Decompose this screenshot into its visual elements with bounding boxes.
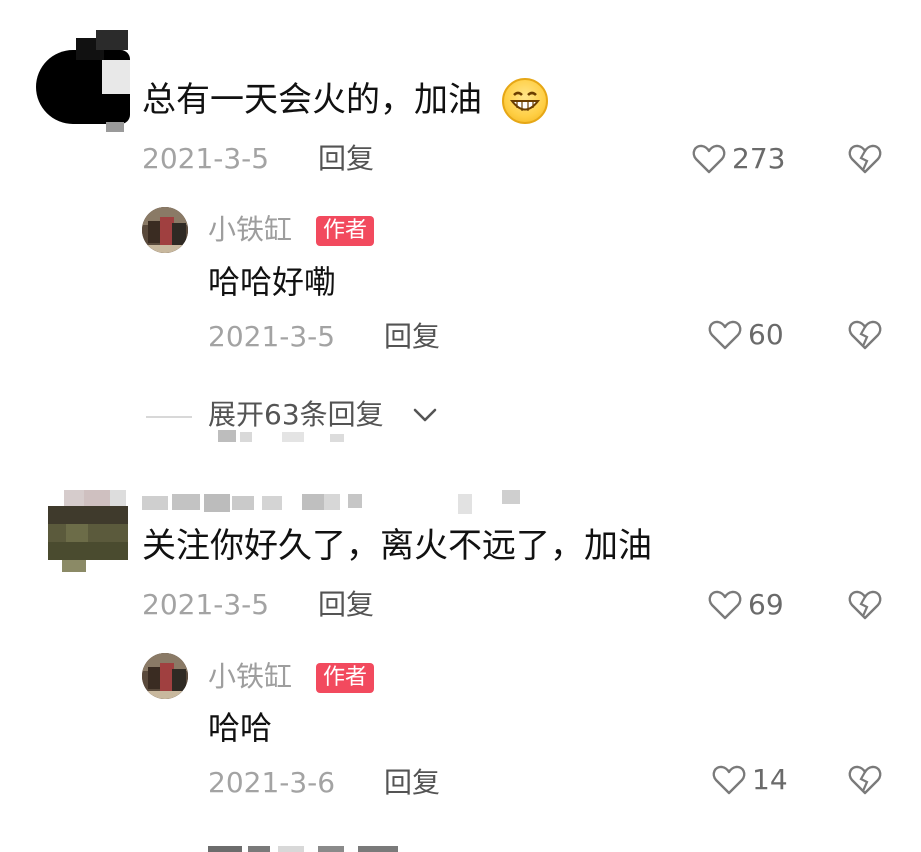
author-avatar[interactable] [142,207,188,253]
comment-date: 2021-3-5 [142,588,270,621]
dislike-button[interactable] [848,764,882,796]
author-name[interactable]: 小铁缸 [208,213,292,247]
grinning-face-icon [502,78,548,124]
like-button[interactable] [708,589,742,621]
reply-button[interactable]: 回复 [318,588,374,622]
reply-date: 2021-3-6 [208,766,336,799]
comment-text: 总有一天会火的，加油 [142,80,482,120]
dislike-button[interactable] [848,143,882,175]
comment-date: 2021-3-5 [142,142,270,175]
like-count: 14 [752,763,788,796]
like-count: 273 [732,142,786,175]
like-button[interactable] [712,764,746,796]
chevron-down-icon [412,406,438,424]
broken-heart-icon [848,589,882,621]
like-button[interactable] [708,319,742,351]
heart-outline-icon [712,764,746,796]
broken-heart-icon [848,319,882,351]
like-button[interactable] [692,143,726,175]
reply-text: 哈哈 [208,709,273,747]
reply-button[interactable]: 回复 [384,766,440,800]
mosaic-fragment [218,430,418,444]
broken-heart-icon [848,764,882,796]
cutoff-expand-row [208,842,428,852]
dislike-button[interactable] [848,589,882,621]
dislike-button[interactable] [848,319,882,351]
heart-outline-icon [708,319,742,351]
like-count: 60 [748,318,784,351]
reply-date: 2021-3-5 [208,320,336,353]
author-name[interactable]: 小铁缸 [208,660,292,694]
avatar[interactable] [48,490,128,572]
divider [146,416,192,418]
like-count: 69 [748,588,784,621]
expand-replies-label: 展开63条回复 [208,398,384,431]
avatar[interactable] [36,30,130,132]
reply-button[interactable]: 回复 [318,142,374,176]
reply-text: 哈哈好嘞 [208,263,337,301]
author-avatar[interactable] [142,653,188,699]
reply-button[interactable]: 回复 [384,320,440,354]
comment-text: 关注你好久了，离火不远了，加油 [142,526,652,566]
broken-heart-icon [848,143,882,175]
comment-text-content: 总有一天会火的，加油 [142,80,482,120]
expand-replies-button[interactable]: 展开63条回复 [208,398,384,432]
heart-outline-icon [692,143,726,175]
author-badge: 作者 [316,216,375,246]
username-mosaic [142,490,532,516]
author-badge: 作者 [316,663,375,693]
heart-outline-icon [708,589,742,621]
